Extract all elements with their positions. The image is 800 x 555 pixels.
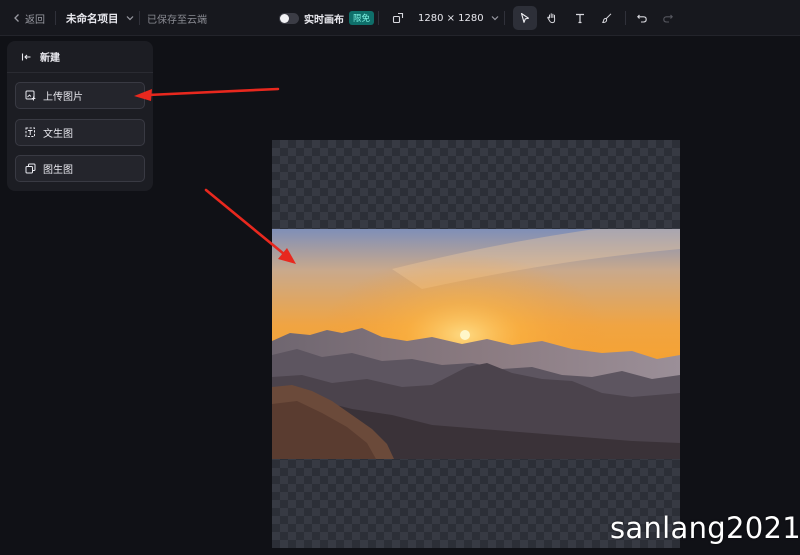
canvas-area[interactable] (272, 140, 680, 548)
brush-tool-button[interactable] (595, 6, 619, 30)
project-name: 未命名项目 (66, 12, 119, 25)
realtime-canvas-label: 实时画布 (304, 14, 344, 26)
canvas-size-value: 1280 × 1280 (418, 12, 484, 24)
sunset-mountain-image[interactable] (272, 229, 680, 459)
upload-image-button[interactable]: 上传图片 (15, 82, 145, 109)
select-arrow-icon (520, 12, 530, 23)
new-panel: 新建 上传图片 文生图 图生图 (7, 41, 153, 191)
back-button[interactable]: 返回 (12, 0, 45, 36)
hand-icon (547, 13, 556, 24)
divider (378, 11, 379, 25)
text-to-image-button[interactable]: 文生图 (15, 119, 145, 146)
divider (139, 11, 140, 25)
chevron-left-icon (14, 14, 19, 22)
watermark: sanlang2021 (610, 511, 800, 545)
text-icon (576, 13, 584, 24)
divider (625, 11, 626, 25)
chevron-down-icon (491, 16, 499, 21)
undo-button[interactable] (630, 6, 654, 30)
back-label: 返回 (25, 14, 45, 26)
brush-icon (602, 13, 612, 23)
back-arrow-icon (21, 53, 31, 60)
hand-tool-button[interactable] (540, 6, 564, 30)
new-panel-header[interactable]: 新建 (7, 41, 153, 73)
text-tool-button[interactable] (568, 6, 592, 30)
redo-button[interactable] (656, 6, 680, 30)
resize-icon-button[interactable] (392, 0, 404, 36)
realtime-canvas-toggle[interactable]: 实时画布 限免 (279, 0, 375, 36)
upload-image-icon (25, 90, 36, 101)
image-to-image-button[interactable]: 图生图 (15, 155, 145, 182)
save-status: 已保存至云端 (147, 14, 207, 26)
divider (55, 11, 56, 25)
text-to-image-icon (25, 127, 35, 137)
chevron-down-icon (126, 16, 133, 21)
image-to-image-icon (25, 163, 36, 174)
undo-icon (637, 14, 647, 23)
image-to-image-label: 图生图 (43, 165, 73, 176)
resize-icon (392, 12, 404, 24)
toggle-switch[interactable] (279, 12, 299, 24)
top-toolbar: 返回 未命名项目 已保存至云端 实时画布 限免 1280 × 1280 (0, 0, 800, 36)
divider (504, 11, 505, 25)
text-to-image-label: 文生图 (43, 129, 73, 140)
select-tool-button[interactable] (513, 6, 537, 30)
canvas-size-select[interactable]: 1280 × 1280 (418, 0, 500, 36)
redo-icon (663, 14, 673, 23)
project-name-dropdown[interactable]: 未命名项目 (66, 0, 135, 36)
upload-image-label: 上传图片 (43, 92, 83, 103)
limited-free-badge: 限免 (349, 11, 375, 25)
new-panel-title: 新建 (40, 53, 60, 64)
arrow-to-upload (146, 87, 280, 97)
